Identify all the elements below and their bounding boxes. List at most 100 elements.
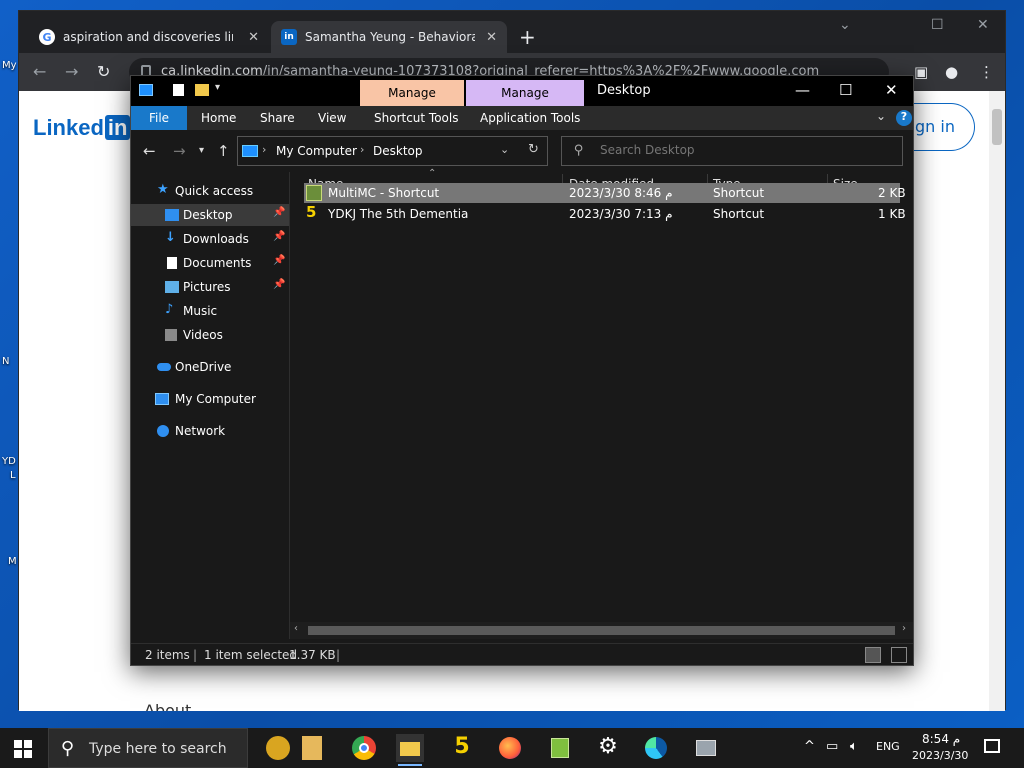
windows-start-icon[interactable] — [14, 740, 32, 758]
browser-tab-linkedin[interactable]: in Samantha Yeung - Behavioral Th ✕ — [271, 21, 507, 53]
search-input[interactable] — [600, 143, 890, 157]
navigation-pane: ★ Quick access Desktop 📌 ↓ Downloads 📌 D… — [131, 172, 289, 639]
back-arrow-icon[interactable]: ← — [33, 62, 46, 81]
breadcrumb-separator-icon[interactable]: › — [360, 143, 364, 156]
nav-item-documents[interactable]: Documents 📌 — [131, 252, 289, 274]
taskbar-search-box[interactable]: ⚲ Type here to search — [48, 728, 248, 768]
address-dropdown-icon[interactable]: ⌄ — [500, 143, 509, 156]
page-scrollbar[interactable] — [989, 91, 1005, 711]
menu-kebab-icon[interactable]: ⋮ — [979, 63, 994, 81]
file-explorer-taskbar-icon[interactable] — [396, 734, 424, 766]
language-indicator[interactable]: ENG — [876, 740, 900, 753]
ydkj-taskbar-icon[interactable]: 5 — [448, 734, 476, 762]
chevron-up-icon[interactable]: ^ — [804, 739, 815, 754]
scroll-right-icon[interactable]: › — [902, 623, 906, 634]
nav-item-downloads[interactable]: ↓ Downloads 📌 — [131, 228, 289, 250]
nav-item-music[interactable]: ♪ Music — [131, 300, 289, 322]
file-row[interactable]: MultiMC - Shortcut 2023/3/30 م 8:46 Shortc… — [304, 183, 906, 203]
scroll-left-icon[interactable]: ‹ — [294, 623, 298, 634]
pin-icon[interactable]: 📌 — [273, 255, 285, 266]
up-arrow-icon[interactable]: ↑ — [217, 142, 230, 160]
pin-icon[interactable]: 📌 — [273, 231, 285, 242]
pin-icon[interactable]: 📌 — [273, 207, 285, 218]
ribbon-tab-file[interactable]: File — [131, 106, 187, 130]
clock-date[interactable]: 2023/3/30 — [912, 749, 968, 762]
sidebar-icon[interactable]: ▣ — [914, 63, 928, 81]
scrollbar-thumb[interactable] — [308, 626, 895, 635]
help-icon[interactable]: ? — [896, 110, 912, 126]
details-view-icon[interactable] — [865, 647, 881, 663]
ribbon-tab-home[interactable]: Home — [201, 111, 236, 125]
address-bar[interactable]: › My Computer › Desktop ⌄ ↻ — [237, 136, 548, 166]
firefox-taskbar-icon[interactable] — [496, 734, 524, 762]
desktop-icon-label[interactable]: YD — [2, 456, 16, 467]
close-tab-icon[interactable]: ✕ — [248, 30, 259, 45]
paint-app-icon[interactable] — [302, 736, 322, 760]
scrollbar-thumb[interactable] — [992, 109, 1002, 145]
file-name: YDKJ The 5th Dementia — [328, 207, 469, 221]
nav-item-videos[interactable]: Videos — [131, 324, 289, 346]
manage-application-tab[interactable]: Manage — [466, 80, 584, 106]
linkedin-logo[interactable]: Linked in — [33, 115, 131, 141]
forward-arrow-icon[interactable]: → — [173, 142, 186, 160]
search-box[interactable]: ⚲ — [561, 136, 903, 166]
breadcrumb-desktop[interactable]: Desktop — [373, 144, 423, 158]
notification-icon[interactable] — [984, 739, 1000, 753]
expand-ribbon-icon[interactable]: ⌄ — [876, 109, 886, 123]
multimc-shortcut-icon — [306, 185, 322, 201]
nav-item-network[interactable]: Network — [131, 420, 289, 442]
photos-taskbar-icon[interactable] — [692, 734, 720, 762]
minimize-icon[interactable]: — — [795, 81, 810, 99]
people-app-icon[interactable] — [266, 736, 290, 760]
chevron-down-icon[interactable]: ⌄ — [839, 17, 851, 33]
properties-icon[interactable] — [173, 84, 184, 96]
edge-taskbar-icon[interactable] — [642, 734, 670, 762]
ribbon-tab-shortcut-tools[interactable]: Shortcut Tools — [374, 111, 459, 125]
ribbon-tab-view[interactable]: View — [318, 111, 346, 125]
new-tab-button[interactable]: + — [519, 25, 536, 49]
logo-in: in — [104, 115, 131, 140]
nav-quick-access[interactable]: ★ Quick access — [131, 180, 289, 202]
notepad-taskbar-icon[interactable] — [546, 734, 574, 762]
clock-time[interactable]: 8:54 م — [922, 732, 960, 746]
nav-item-pictures[interactable]: Pictures 📌 — [131, 276, 289, 298]
back-arrow-icon[interactable]: ← — [143, 142, 156, 160]
desktop-icon-label[interactable]: My — [2, 60, 17, 71]
forward-arrow-icon[interactable]: → — [65, 62, 78, 81]
reload-icon[interactable]: ↻ — [97, 62, 110, 81]
pin-icon[interactable]: 📌 — [273, 279, 285, 290]
volume-icon[interactable]: 🔈︎ — [850, 739, 858, 754]
chrome-taskbar-icon[interactable] — [350, 734, 378, 762]
profile-icon[interactable]: ● — [945, 63, 958, 81]
close-tab-icon[interactable]: ✕ — [486, 30, 497, 45]
maximize-icon[interactable]: ☐ — [839, 81, 852, 99]
manage-shortcut-tab[interactable]: Manage — [360, 80, 464, 106]
customize-chevron-icon[interactable]: ▾ — [215, 82, 229, 94]
horizontal-scrollbar[interactable]: ‹ › — [290, 622, 913, 639]
recent-locations-icon[interactable]: ▾ — [199, 145, 204, 156]
nav-item-my-computer[interactable]: My Computer — [131, 388, 289, 410]
breadcrumb-separator-icon[interactable]: › — [262, 143, 266, 156]
ribbon-tab-share[interactable]: Share — [260, 111, 295, 125]
file-row[interactable]: 5 YDKJ The 5th Dementia 2023/3/30 م 7:13 Sh… — [304, 203, 906, 224]
close-icon[interactable]: ✕ — [977, 17, 989, 33]
close-icon[interactable]: ✕ — [885, 81, 898, 99]
nav-item-onedrive[interactable]: OneDrive — [131, 356, 289, 378]
network-tray-icon[interactable]: ▭ — [826, 739, 838, 754]
large-icons-view-icon[interactable] — [891, 647, 907, 663]
file-name: MultiMC - Shortcut — [328, 186, 440, 200]
folder-icon[interactable] — [195, 84, 209, 96]
desktop-icon-label[interactable]: L — [10, 470, 16, 481]
refresh-icon[interactable]: ↻ — [528, 142, 539, 157]
sign-in-button[interactable]: gn in — [911, 103, 975, 151]
desktop-icon-label[interactable]: N — [2, 356, 9, 367]
explorer-titlebar[interactable]: ▾ Manage Manage Desktop — ☐ ✕ — [131, 76, 913, 106]
maximize-icon[interactable]: ☐ — [931, 17, 944, 33]
nav-item-desktop[interactable]: Desktop 📌 — [131, 204, 289, 226]
settings-gear-icon[interactable]: ⚙ — [594, 734, 622, 762]
breadcrumb-my-computer[interactable]: My Computer — [276, 144, 357, 158]
desktop-icon-label[interactable]: M — [8, 556, 17, 567]
ribbon-tab-application-tools[interactable]: Application Tools — [480, 111, 580, 125]
browser-tab-google[interactable]: G aspiration and discoveries linked ✕ — [29, 21, 269, 53]
computer-icon[interactable] — [139, 84, 153, 96]
